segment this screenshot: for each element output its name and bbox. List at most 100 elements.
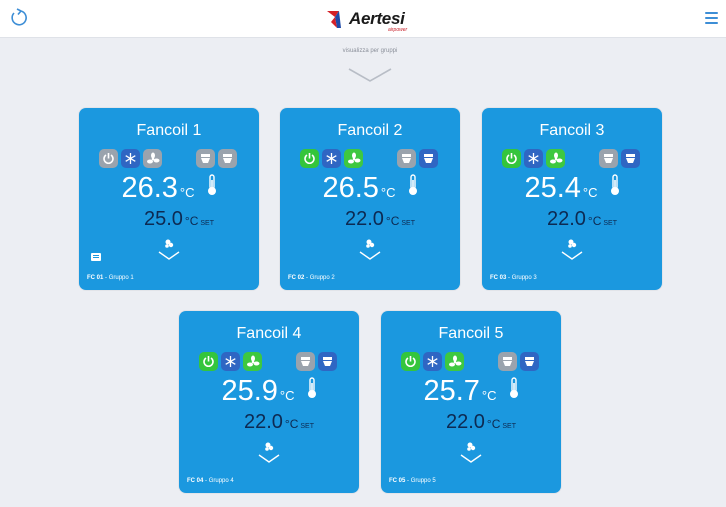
set-label: SET [401, 220, 416, 227]
room-temperature-unit: °C [279, 388, 295, 403]
room-temperature: 25.4 °C [482, 172, 662, 209]
setpoint: 22.0 °C SET [280, 208, 460, 235]
set-label: SET [300, 423, 315, 430]
view-by-groups-toggle[interactable]: visualizza per gruppi [320, 48, 420, 90]
fancoil-card-4[interactable]: Fancoil 4 25.9 °C 22.0 °C SET FC 04 - Gr… [179, 311, 359, 493]
expand-details-icon[interactable] [558, 238, 586, 262]
cooling-mode-icon[interactable] [524, 149, 543, 168]
window-contact-icon [318, 352, 337, 371]
expand-details-icon[interactable] [457, 441, 485, 465]
fancoil-status-icons [401, 352, 551, 372]
fan-speed-icon[interactable] [546, 149, 565, 168]
logo-mark-icon [327, 11, 341, 28]
fancoil-card-1[interactable]: Fancoil 1 26.3 °C 25.0 °C SET FC 01 - Gr… [79, 108, 259, 290]
setpoint-value: 22.0 [243, 411, 283, 433]
power-icon[interactable] [502, 149, 521, 168]
view-by-groups-label: visualizza per gruppi [342, 48, 398, 54]
thermometer-icon [307, 377, 316, 398]
cooling-mode-icon[interactable] [221, 352, 240, 371]
water-contact-icon [599, 149, 618, 168]
fancoil-group: Gruppo 4 [208, 478, 234, 484]
setpoint: 22.0 °C SET [482, 208, 662, 235]
set-label: SET [200, 220, 215, 227]
fancoil-footer: FC 05 - Gruppo 5 [389, 478, 436, 484]
expand-details-icon[interactable] [356, 238, 384, 262]
room-temperature: 25.7 °C [381, 375, 561, 412]
fancoil-group: Gruppo 2 [309, 275, 335, 281]
water-contact-icon [196, 149, 215, 168]
refresh-icon[interactable] [8, 7, 30, 29]
chevron-down-icon [348, 68, 392, 82]
fancoil-group: Gruppo 3 [511, 275, 537, 281]
power-icon[interactable] [300, 149, 319, 168]
thermometer-icon [610, 174, 619, 195]
window-contact-icon [419, 149, 438, 168]
cooling-mode-icon[interactable] [322, 149, 341, 168]
fan-speed-icon[interactable] [344, 149, 363, 168]
top-bar: Aertesi airpower [0, 0, 726, 38]
fan-speed-icon[interactable] [445, 352, 464, 371]
window-contact-icon [218, 149, 237, 168]
fancoil-footer: FC 01 - Gruppo 1 [87, 275, 134, 281]
logo-text: Aertesi [349, 9, 405, 28]
setpoint-unit: °C [587, 214, 602, 228]
cooling-mode-icon[interactable] [121, 149, 140, 168]
fancoil-group: Gruppo 5 [410, 478, 436, 484]
fancoil-status-icons [300, 149, 450, 169]
thermometer-icon [408, 174, 417, 195]
setpoint-value: 22.0 [344, 208, 384, 230]
room-temperature-unit: °C [582, 185, 598, 200]
menu-icon[interactable] [705, 12, 718, 24]
room-temperature-unit: °C [380, 185, 396, 200]
room-temperature: 25.9 °C [179, 375, 359, 412]
window-contact-icon [621, 149, 640, 168]
fancoil-code: FC 04 [187, 478, 204, 484]
fancoil-code: FC 03 [490, 275, 507, 281]
power-icon[interactable] [199, 352, 218, 371]
fan-speed-icon[interactable] [143, 149, 162, 168]
water-contact-icon [498, 352, 517, 371]
power-icon[interactable] [99, 149, 118, 168]
fancoil-name: Fancoil 2 [337, 122, 403, 139]
room-temperature-value: 25.7 [423, 375, 480, 407]
room-temperature-value: 26.5 [322, 172, 379, 204]
fancoil-status-icons [99, 149, 249, 169]
room-temperature-value: 25.9 [221, 375, 278, 407]
room-temperature: 26.3 °C [79, 172, 259, 209]
expand-details-icon[interactable] [155, 238, 183, 262]
message-icon[interactable] [91, 253, 101, 261]
fancoil-footer: FC 04 - Gruppo 4 [187, 478, 234, 484]
logo-subtitle: airpower [388, 27, 408, 33]
fan-speed-icon[interactable] [243, 352, 262, 371]
setpoint-value: 22.0 [546, 208, 586, 230]
expand-details-icon[interactable] [255, 441, 283, 465]
fancoil-card-3[interactable]: Fancoil 3 25.4 °C 22.0 °C SET FC 03 - Gr… [482, 108, 662, 290]
fancoil-group: Gruppo 1 [108, 275, 134, 281]
fancoil-name: Fancoil 3 [539, 122, 605, 139]
setpoint-unit: °C [184, 214, 199, 228]
room-temperature-unit: °C [179, 185, 195, 200]
thermometer-icon [509, 377, 518, 398]
fancoil-card-5[interactable]: Fancoil 5 25.7 °C 22.0 °C SET FC 05 - Gr… [381, 311, 561, 493]
setpoint: 22.0 °C SET [381, 411, 561, 438]
fancoil-card-2[interactable]: Fancoil 2 26.5 °C 22.0 °C SET FC 02 - Gr… [280, 108, 460, 290]
fancoil-name: Fancoil 4 [236, 325, 302, 342]
fancoil-status-icons [199, 352, 349, 372]
setpoint: 22.0 °C SET [179, 411, 359, 438]
water-contact-icon [296, 352, 315, 371]
power-icon[interactable] [401, 352, 420, 371]
fancoil-name: Fancoil 1 [136, 122, 202, 139]
room-temperature-value: 26.3 [121, 172, 178, 204]
room-temperature: 26.5 °C [280, 172, 460, 209]
setpoint-value: 25.0 [143, 208, 183, 230]
setpoint-unit: °C [385, 214, 400, 228]
fancoil-name: Fancoil 5 [438, 325, 504, 342]
fancoil-code: FC 02 [288, 275, 305, 281]
cooling-mode-icon[interactable] [423, 352, 442, 371]
setpoint-unit: °C [486, 417, 501, 431]
room-temperature-unit: °C [481, 388, 497, 403]
fancoil-footer: FC 02 - Gruppo 2 [288, 275, 335, 281]
setpoint: 25.0 °C SET [79, 208, 259, 235]
fancoil-footer: FC 03 - Gruppo 3 [490, 275, 537, 281]
setpoint-unit: °C [284, 417, 299, 431]
